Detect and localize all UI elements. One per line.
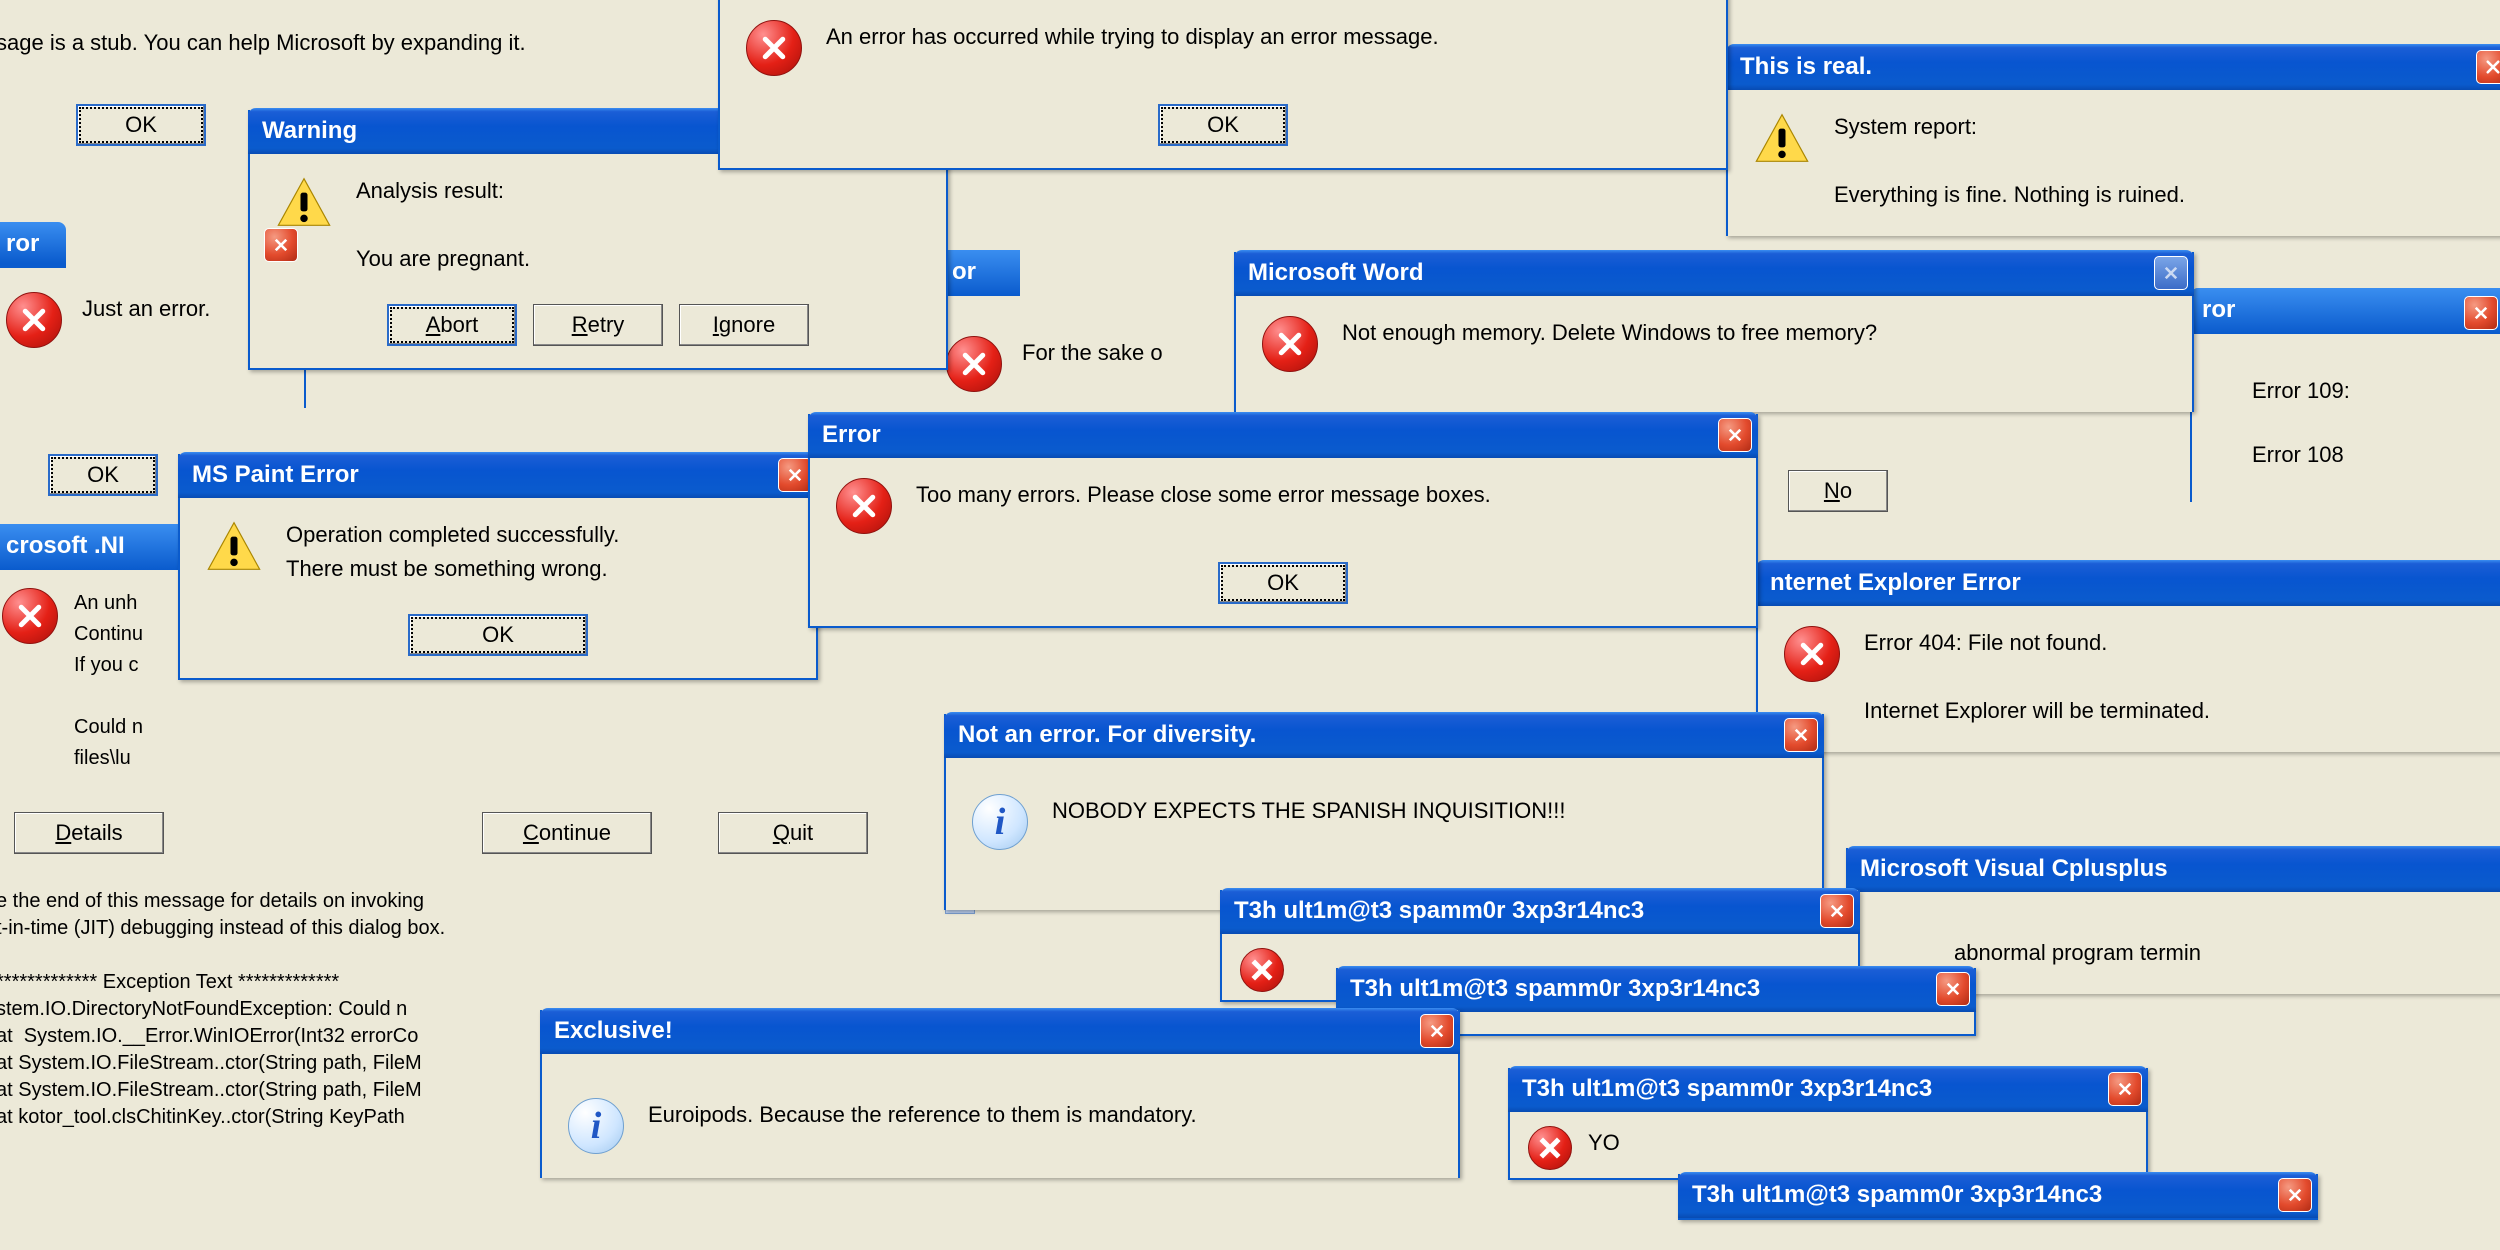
too-many-msg: Too many errors. Please close some error…	[916, 478, 1491, 512]
paint-msg: Operation completed successfully. There …	[286, 518, 619, 586]
close-button[interactable]	[1718, 418, 1752, 452]
exclusive-window: Exclusive! i Euroipods. Because the refe…	[540, 1010, 1460, 1178]
err-109-text: Error 109:	[2252, 374, 2500, 408]
word-msg: Not enough memory. Delete Windows to fre…	[1342, 316, 1877, 350]
paint-title: MS Paint Error	[192, 461, 359, 489]
diversity-title: Not an error. For diversity.	[958, 721, 1256, 749]
error-icon	[1240, 948, 1284, 992]
top-error-ok-button[interactable]: OK	[1158, 104, 1288, 146]
bg-dotnet-body: An unh Continu If you c Could n files\lu	[74, 588, 143, 774]
close-button[interactable]	[778, 458, 812, 492]
close-button[interactable]	[2476, 50, 2500, 84]
spam-title: T3h ult1m@t3 spamm0r 3xp3r14nc3	[1692, 1181, 2102, 1209]
info-icon: i	[568, 1098, 624, 1154]
close-button-disabled[interactable]	[2154, 256, 2188, 290]
bg-right-error-title: ror	[2202, 296, 2235, 326]
just-error-text: Just an error.	[82, 292, 210, 326]
spam-title: T3h ult1m@t3 spamm0r 3xp3r14nc3	[1522, 1075, 1932, 1103]
warning-icon	[1754, 110, 1810, 166]
continue-button[interactable]: Continue	[482, 812, 652, 854]
retry-button[interactable]: Retry	[533, 304, 663, 346]
word-title: Microsoft Word	[1248, 259, 1424, 287]
top-error-msg: An error has occurred while trying to di…	[826, 20, 1439, 54]
error-icon	[1262, 316, 1318, 372]
diversity-window: Not an error. For diversity. i NOBODY EX…	[944, 714, 1824, 910]
close-button[interactable]	[1420, 1014, 1454, 1048]
cpp-msg: abnormal program termin	[1954, 936, 2201, 970]
err-108-text: Error 108	[2252, 438, 2500, 472]
spam-window-4: T3h ult1m@t3 spamm0r 3xp3r14nc3	[1678, 1174, 2318, 1220]
warning-title: Warning	[262, 117, 357, 145]
spam-title: T3h ult1m@t3 spamm0r 3xp3r14nc3	[1234, 897, 1644, 925]
bg-dotnet-title: crosoft .NI	[0, 524, 186, 570]
error-icon	[836, 478, 892, 534]
spam-title: T3h ult1m@t3 spamm0r 3xp3r14nc3	[1350, 975, 1760, 1003]
too-many-ok-button[interactable]: OK	[1218, 562, 1348, 604]
this-is-real-title: This is real.	[1740, 53, 1872, 81]
bg-left-ok-button[interactable]: OK	[48, 454, 158, 496]
paint-ok-button[interactable]: OK	[408, 614, 588, 656]
close-button[interactable]	[2464, 296, 2498, 330]
warning-msg: Analysis result:You are pregnant.	[356, 174, 530, 276]
info-icon: i	[972, 794, 1028, 850]
no-button[interactable]: No	[1788, 470, 1888, 512]
for-sake-text: For the sake o	[1022, 336, 1163, 370]
close-button[interactable]	[2108, 1072, 2142, 1106]
error-icon	[746, 20, 802, 76]
quit-button[interactable]: Quit	[718, 812, 868, 854]
error-icon	[1784, 626, 1840, 682]
error-icon	[1528, 1126, 1572, 1170]
details-button[interactable]: Details	[14, 812, 164, 854]
error-icon	[946, 336, 1002, 392]
close-button[interactable]	[1820, 894, 1854, 928]
abort-button[interactable]: Abort	[387, 304, 517, 346]
bg-or-title: or	[940, 250, 1020, 296]
close-button[interactable]	[1936, 972, 1970, 1006]
jit-text: e the end of this message for details on…	[0, 888, 445, 1131]
ie-msg: Error 404: File not found.Internet Explo…	[1864, 626, 2210, 728]
bg-error-title-left: ror	[0, 222, 66, 268]
close-button[interactable]	[2278, 1178, 2312, 1212]
too-many-title: Error	[822, 421, 881, 449]
warning-icon	[206, 518, 262, 574]
exclusive-msg: Euroipods. Because the reference to them…	[648, 1098, 1197, 1132]
exclusive-title: Exclusive!	[554, 1017, 673, 1045]
this-is-real-window: This is real. System report:Everything i…	[1726, 46, 2500, 236]
word-window: Microsoft Word Not enough memory. Delete…	[1234, 252, 2194, 412]
diversity-msg: NOBODY EXPECTS THE SPANISH INQUISITION!!…	[1052, 794, 1565, 828]
this-is-real-msg: System report:Everything is fine. Nothin…	[1834, 110, 2185, 212]
close-button[interactable]	[1784, 718, 1818, 752]
cpp-title: Microsoft Visual Cplusplus	[1860, 855, 2168, 883]
stub-text: sage is a stub. You can help Microsoft b…	[0, 28, 526, 58]
paint-window: MS Paint Error Operation completed succe…	[178, 454, 818, 680]
ignore-button[interactable]: Ignore	[679, 304, 809, 346]
ie-title: nternet Explorer Error	[1770, 569, 2021, 597]
yo-text: YO	[1588, 1126, 1620, 1160]
ie-window: nternet Explorer Error Error 404: File n…	[1756, 562, 2500, 752]
stub-ok-button[interactable]: OK	[76, 104, 206, 146]
error-icon	[2, 588, 58, 644]
spam-window-3: T3h ult1m@t3 spamm0r 3xp3r14nc3 YO	[1508, 1068, 2148, 1180]
warning-icon	[276, 174, 332, 230]
close-button[interactable]	[264, 228, 298, 262]
too-many-window: Error Too many errors. Please close some…	[808, 414, 1758, 628]
top-error-window: An error has occurred while trying to di…	[718, 0, 1728, 170]
error-icon	[6, 292, 62, 348]
